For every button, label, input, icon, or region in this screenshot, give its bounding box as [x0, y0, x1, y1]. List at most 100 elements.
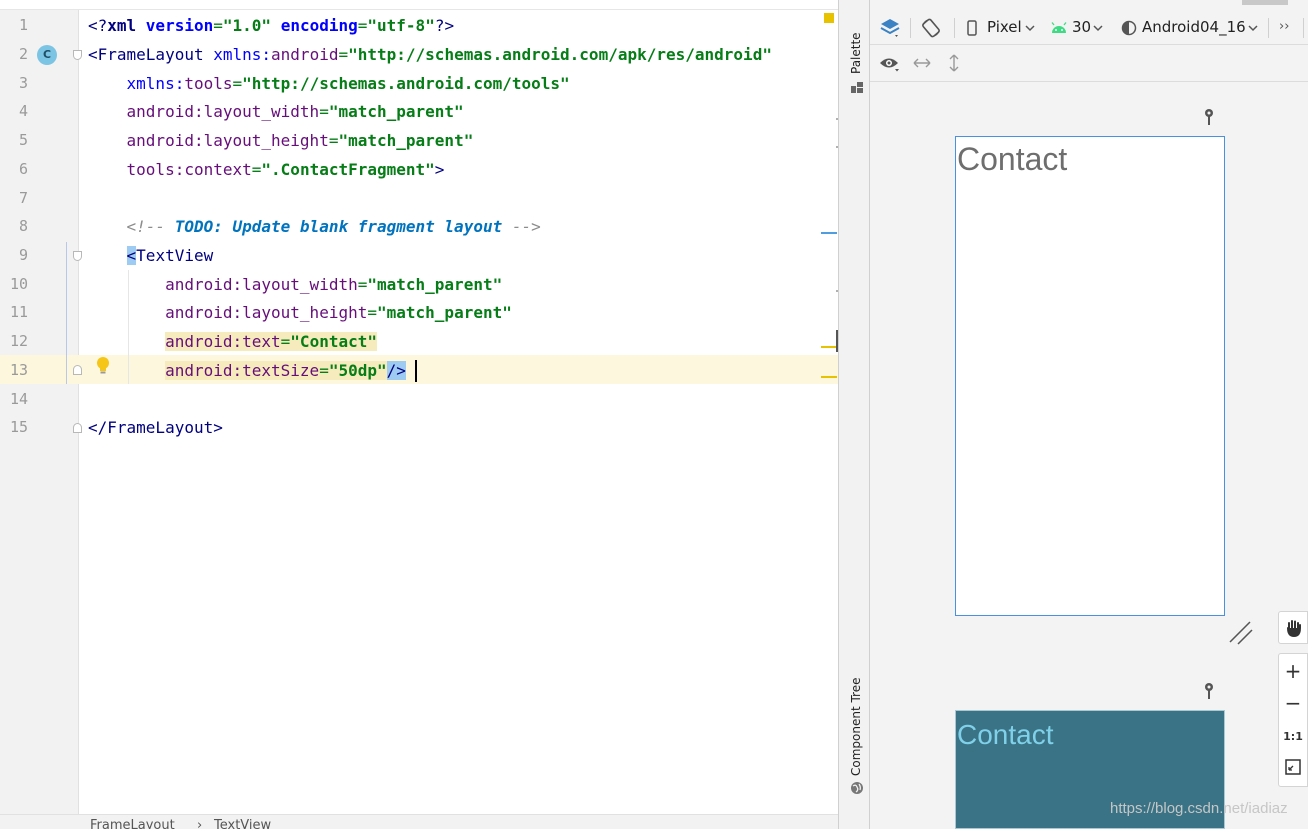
tab-palette[interactable]: Palette [849, 32, 863, 74]
inspection-status-icon[interactable] [824, 13, 834, 23]
zoom-to-fit-icon[interactable] [1285, 759, 1301, 775]
code-line-8[interactable]: <!-- TODO: Update blank fragment layout … [88, 212, 541, 241]
code-token: "Contact" [290, 332, 377, 351]
android-icon[interactable] [1050, 22, 1068, 34]
design-pane[interactable]: Pixel 30 Android04_16 ›› Contact Contact… [870, 0, 1308, 829]
code-token: = [367, 303, 377, 322]
code-token: xml [107, 16, 146, 35]
scroll-marker[interactable] [821, 346, 837, 348]
code-token: "http://schemas.android.com/apk/res/andr… [348, 45, 772, 64]
code-token: "1.0" [222, 16, 272, 35]
scroll-marker[interactable] [821, 376, 837, 378]
code-line-3[interactable]: xmlns:tools="http://schemas.android.com/… [88, 69, 570, 98]
code-line-6[interactable]: tools:context=".ContactFragment"> [88, 155, 445, 184]
pin-icon[interactable] [1203, 682, 1215, 700]
line-number: 8 [18, 217, 28, 235]
code-line-11[interactable]: android:layout_height="match_parent" [88, 298, 512, 327]
code-token: "match_parent" [328, 102, 464, 121]
chevron-down-icon[interactable] [1025, 24, 1035, 32]
chevron-down-icon[interactable] [1093, 24, 1103, 32]
scroll-marker[interactable] [821, 232, 837, 234]
code-token: context [184, 160, 252, 179]
eye-icon[interactable] [879, 56, 901, 72]
globe-icon[interactable] [850, 781, 864, 795]
toolbar-separator [1303, 18, 1304, 38]
code-line-12[interactable]: android:text="Contact" [88, 327, 377, 356]
code-token: xmlns: [213, 45, 272, 64]
layers-icon[interactable] [879, 17, 901, 39]
fold-marker-icon[interactable] [73, 50, 82, 60]
watermark: https://blog.csdn.net/iadiaz [1110, 800, 1288, 817]
code-token: xmlns: [126, 74, 185, 93]
code-line-1[interactable]: <?xml version="1.0" encoding="utf-8"?> [88, 11, 454, 40]
code-token: layout_width [242, 275, 358, 294]
line-number: 7 [18, 189, 28, 207]
resize-handle-icon[interactable] [1228, 620, 1256, 648]
fold-guide [66, 242, 67, 384]
code-line-2[interactable]: <FrameLayout xmlns:android="http://schem… [88, 40, 772, 69]
vertical-resize-icon[interactable] [948, 54, 960, 72]
pin-icon[interactable] [1203, 108, 1215, 126]
line-number: 12 [9, 332, 28, 350]
code-line-9[interactable]: <TextView [88, 241, 213, 270]
code-token: layout_height [242, 303, 368, 322]
code-token: TODO: Update blank fragment layout [174, 217, 503, 236]
device-icon[interactable] [967, 20, 977, 36]
code-line-4[interactable]: android:layout_width="match_parent" [88, 97, 464, 126]
code-token: = [338, 45, 349, 64]
horizontal-resize-icon[interactable] [913, 57, 931, 69]
line-number: 14 [9, 390, 28, 408]
code-token: "http://schemas.android.com/tools" [242, 74, 570, 93]
tab-component-tree[interactable]: Component Tree [849, 678, 863, 776]
zoom-controls: + − 1:1 [1278, 653, 1308, 787]
zoom-in-button[interactable]: + [1279, 655, 1307, 688]
api-level-selector[interactable]: 30 [1072, 18, 1091, 36]
code-token: ?> [434, 16, 455, 35]
code-token: > [434, 160, 445, 179]
code-editor[interactable]: 1 2 3 4 5 6 7 8 9 10 11 12 13 14 15 C <?… [0, 0, 838, 829]
hand-icon [1287, 620, 1301, 637]
design-preview-screen[interactable]: Contact [955, 136, 1225, 616]
line-number: 13 [9, 361, 28, 379]
theme-selector[interactable]: Android04_16 [1142, 18, 1246, 36]
zoom-out-button[interactable]: − [1279, 687, 1307, 720]
device-selector[interactable]: Pixel [987, 18, 1022, 36]
code-token: = [319, 102, 329, 121]
pan-button[interactable] [1278, 611, 1308, 644]
code-token: <FrameLayout [88, 45, 214, 64]
toolbar-separator [954, 18, 955, 38]
code-token: "match_parent" [338, 131, 474, 150]
chevron-down-icon[interactable] [1248, 24, 1258, 32]
fold-marker-icon[interactable] [73, 365, 82, 375]
code-line-15[interactable]: </FrameLayout> [88, 413, 223, 442]
overflow-menu[interactable]: ›› [1279, 19, 1289, 34]
code-token: </FrameLayout> [88, 418, 223, 437]
code-token: android: [126, 102, 204, 121]
code-token: <!-- [126, 217, 175, 236]
code-token: <? [88, 16, 108, 35]
design-side-strip: Palette Component Tree [838, 0, 870, 829]
theme-icon[interactable] [1121, 20, 1137, 36]
class-icon[interactable]: C [37, 45, 57, 65]
fold-marker-icon[interactable] [73, 251, 82, 261]
breadcrumb: FrameLayout › TextView [0, 814, 838, 829]
code-line-13[interactable]: android:textSize="50dp"/> [88, 356, 406, 385]
orientation-icon[interactable] [920, 17, 942, 39]
code-line-10[interactable]: android:layout_width="match_parent" [88, 270, 502, 299]
blueprint-textview[interactable]: Contact [957, 719, 1054, 751]
breadcrumb-item-framelayout[interactable]: FrameLayout [90, 818, 175, 829]
actual-size-button[interactable]: 1:1 [1279, 720, 1307, 753]
palette-icon[interactable] [850, 80, 864, 94]
breadcrumb-item-textview[interactable]: TextView [214, 818, 271, 829]
code-token: "match_parent" [377, 303, 512, 322]
preview-textview[interactable]: Contact [957, 141, 1067, 178]
fold-marker-icon[interactable] [73, 423, 82, 433]
code-line-5[interactable]: android:layout_height="match_parent" [88, 126, 474, 155]
line-number: 10 [9, 275, 28, 293]
view-mode-tab[interactable] [1242, 0, 1288, 5]
